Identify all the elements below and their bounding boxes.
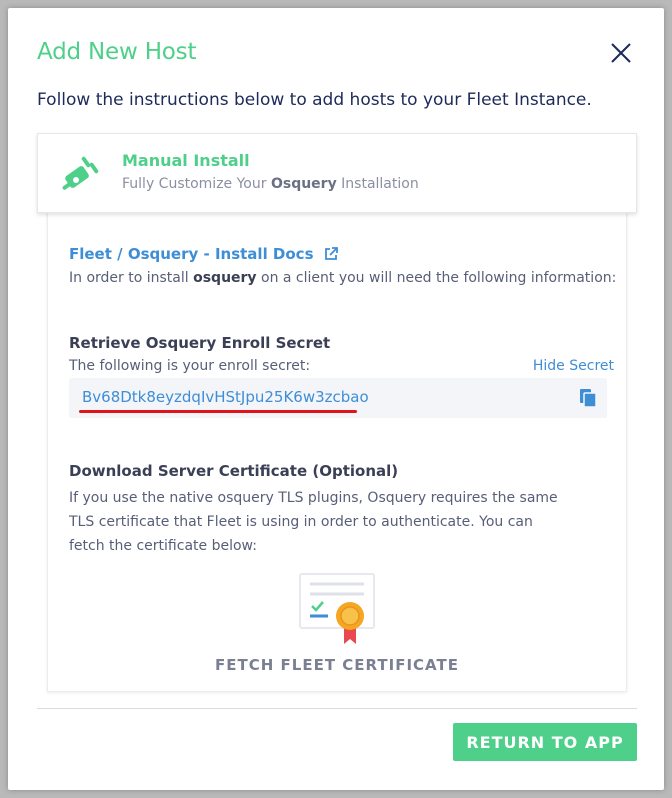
enroll-secret-value[interactable]: Bv68Dtk8eyzdqIvHStJpu25K6w3zcbao — [82, 388, 369, 406]
hide-secret-link[interactable]: Hide Secret — [533, 358, 614, 374]
copy-icon[interactable] — [579, 388, 597, 408]
certificate-title: Download Server Certificate (Optional) — [69, 462, 399, 480]
install-docs-link[interactable]: Fleet / Osquery - Install Docs — [69, 245, 338, 263]
secret-title: Retrieve Osquery Enroll Secret — [69, 334, 331, 352]
footer-divider — [37, 708, 637, 709]
close-icon — [611, 43, 631, 63]
return-to-app-button[interactable]: RETURN TO APP — [453, 723, 637, 761]
method-subtitle: Fully Customize Your Osquery Installatio… — [122, 176, 419, 192]
install-panel: Fleet / Osquery - Install Docs In order … — [47, 212, 627, 692]
manual-install-card[interactable]: Manual Install Fully Customize Your Osqu… — [37, 133, 637, 213]
close-button[interactable] — [610, 42, 632, 64]
enroll-secret-field[interactable]: Bv68Dtk8eyzdqIvHStJpu25K6w3zcbao — [69, 378, 607, 418]
secret-description: The following is your enroll secret: — [69, 358, 311, 374]
certificate-icon — [298, 572, 378, 648]
intro-text: Follow the instructions below to add hos… — [37, 90, 592, 110]
annotation-underline — [79, 410, 357, 413]
fetch-certificate-button[interactable]: FETCH FLEET CERTIFICATE — [48, 656, 626, 674]
plug-icon — [62, 150, 108, 194]
add-host-modal: Add New Host Follow the instructions bel… — [8, 8, 664, 790]
method-title: Manual Install — [122, 151, 250, 170]
docs-description: In order to install osquery on a client … — [69, 270, 617, 286]
certificate-description: If you use the native osquery TLS plugin… — [69, 490, 558, 554]
external-link-icon — [324, 247, 338, 260]
modal-title: Add New Host — [37, 39, 197, 65]
